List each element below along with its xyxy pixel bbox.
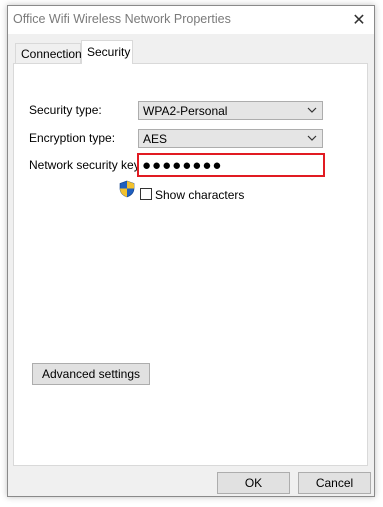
security-type-label: Security type:	[29, 103, 102, 117]
show-characters-checkbox[interactable]	[140, 188, 152, 200]
close-button[interactable]: ✕	[344, 6, 374, 34]
ok-label: OK	[244, 476, 263, 490]
security-type-select[interactable]: WPA2-Personal	[138, 101, 323, 120]
tab-connection[interactable]: Connection	[15, 43, 82, 63]
encryption-type-select[interactable]: AES	[138, 129, 323, 148]
network-key-value: ●●●●●●●●	[142, 157, 223, 174]
ok-button[interactable]: OK	[217, 472, 290, 494]
network-key-label: Network security key	[29, 158, 140, 172]
security-panel: Security type: WPA2-Personal Encryption …	[13, 63, 368, 466]
tab-security-label: Security	[87, 45, 131, 59]
properties-dialog: Office Wifi Wireless Network Properties …	[7, 5, 375, 497]
encryption-type-value: AES	[143, 132, 168, 146]
close-icon: ✕	[352, 12, 366, 29]
tab-connection-label: Connection	[21, 47, 82, 61]
tab-security[interactable]: Security	[81, 40, 133, 64]
security-type-value: WPA2-Personal	[143, 104, 228, 118]
advanced-settings-label: Advanced settings	[41, 367, 141, 381]
cancel-button[interactable]: Cancel	[298, 472, 371, 494]
network-key-field[interactable]: ●●●●●●●●	[137, 153, 325, 177]
encryption-type-label: Encryption type:	[29, 131, 116, 145]
window-title: Office Wifi Wireless Network Properties	[13, 12, 231, 26]
cancel-label: Cancel	[315, 476, 354, 490]
title-bar: Office Wifi Wireless Network Properties …	[8, 6, 374, 34]
advanced-settings-button[interactable]: Advanced settings	[32, 363, 150, 385]
shield-icon	[119, 180, 135, 198]
show-characters-label: Show characters	[155, 188, 245, 202]
chevron-down-icon	[307, 135, 317, 141]
chevron-down-icon	[307, 107, 317, 113]
